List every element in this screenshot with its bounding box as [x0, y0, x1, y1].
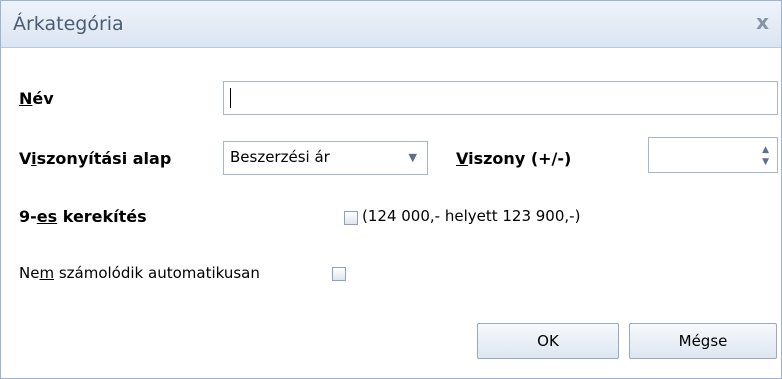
comparison-base-select[interactable]: Beszerzési ár ▼	[223, 141, 428, 175]
name-label: Név	[19, 89, 54, 108]
text-caret	[230, 88, 231, 108]
auto-label-mnemonic: m	[39, 264, 55, 282]
rounding-label-pre: 9-	[19, 207, 37, 226]
rounding-label: 9-es kerekítés	[19, 207, 147, 226]
ok-button[interactable]: OK	[477, 323, 619, 359]
title-bar: Árkategória x	[1, 1, 781, 48]
comparison-base-selected: Beszerzési ár	[230, 148, 330, 166]
auto-label-pre: Ne	[19, 264, 40, 282]
name-label-mnemonic: N	[19, 89, 33, 108]
ratio-label-text: iszony (+/-)	[468, 149, 572, 168]
ratio-spin-input[interactable]: ▲ ▼	[648, 137, 778, 173]
comparison-label-pre: V	[19, 149, 32, 168]
name-input[interactable]	[223, 81, 778, 115]
auto-calc-checkbox[interactable]	[332, 267, 346, 281]
chevron-down-icon[interactable]: ▼	[409, 151, 417, 164]
ratio-label-mnemonic: V	[456, 149, 469, 168]
auto-label-text: számolódik automatikusan	[54, 264, 260, 282]
rounding-hint: (124 000,- helyett 123 900,-)	[362, 207, 581, 225]
dialog-title: Árkategória	[13, 13, 124, 35]
spin-up-icon[interactable]: ▲	[762, 146, 769, 155]
rounding-label-text: kerekítés	[57, 207, 147, 226]
comparison-base-label: Viszonyítási alap	[19, 149, 171, 168]
cancel-button[interactable]: Mégse	[629, 323, 777, 359]
rounding-checkbox[interactable]	[344, 211, 358, 225]
name-label-text: év	[32, 89, 54, 108]
spin-down-icon[interactable]: ▼	[762, 158, 769, 167]
close-icon[interactable]: x	[756, 11, 769, 33]
rounding-label-mnemonic: es	[36, 207, 58, 226]
comparison-label-text: szonyítási alap	[36, 149, 172, 168]
ratio-label: Viszony (+/-)	[456, 149, 571, 168]
arkategoria-dialog: Árkategória x Név Viszonyítási alap Besz…	[0, 0, 782, 379]
auto-calc-label: Nem számolódik automatikusan	[19, 264, 260, 282]
